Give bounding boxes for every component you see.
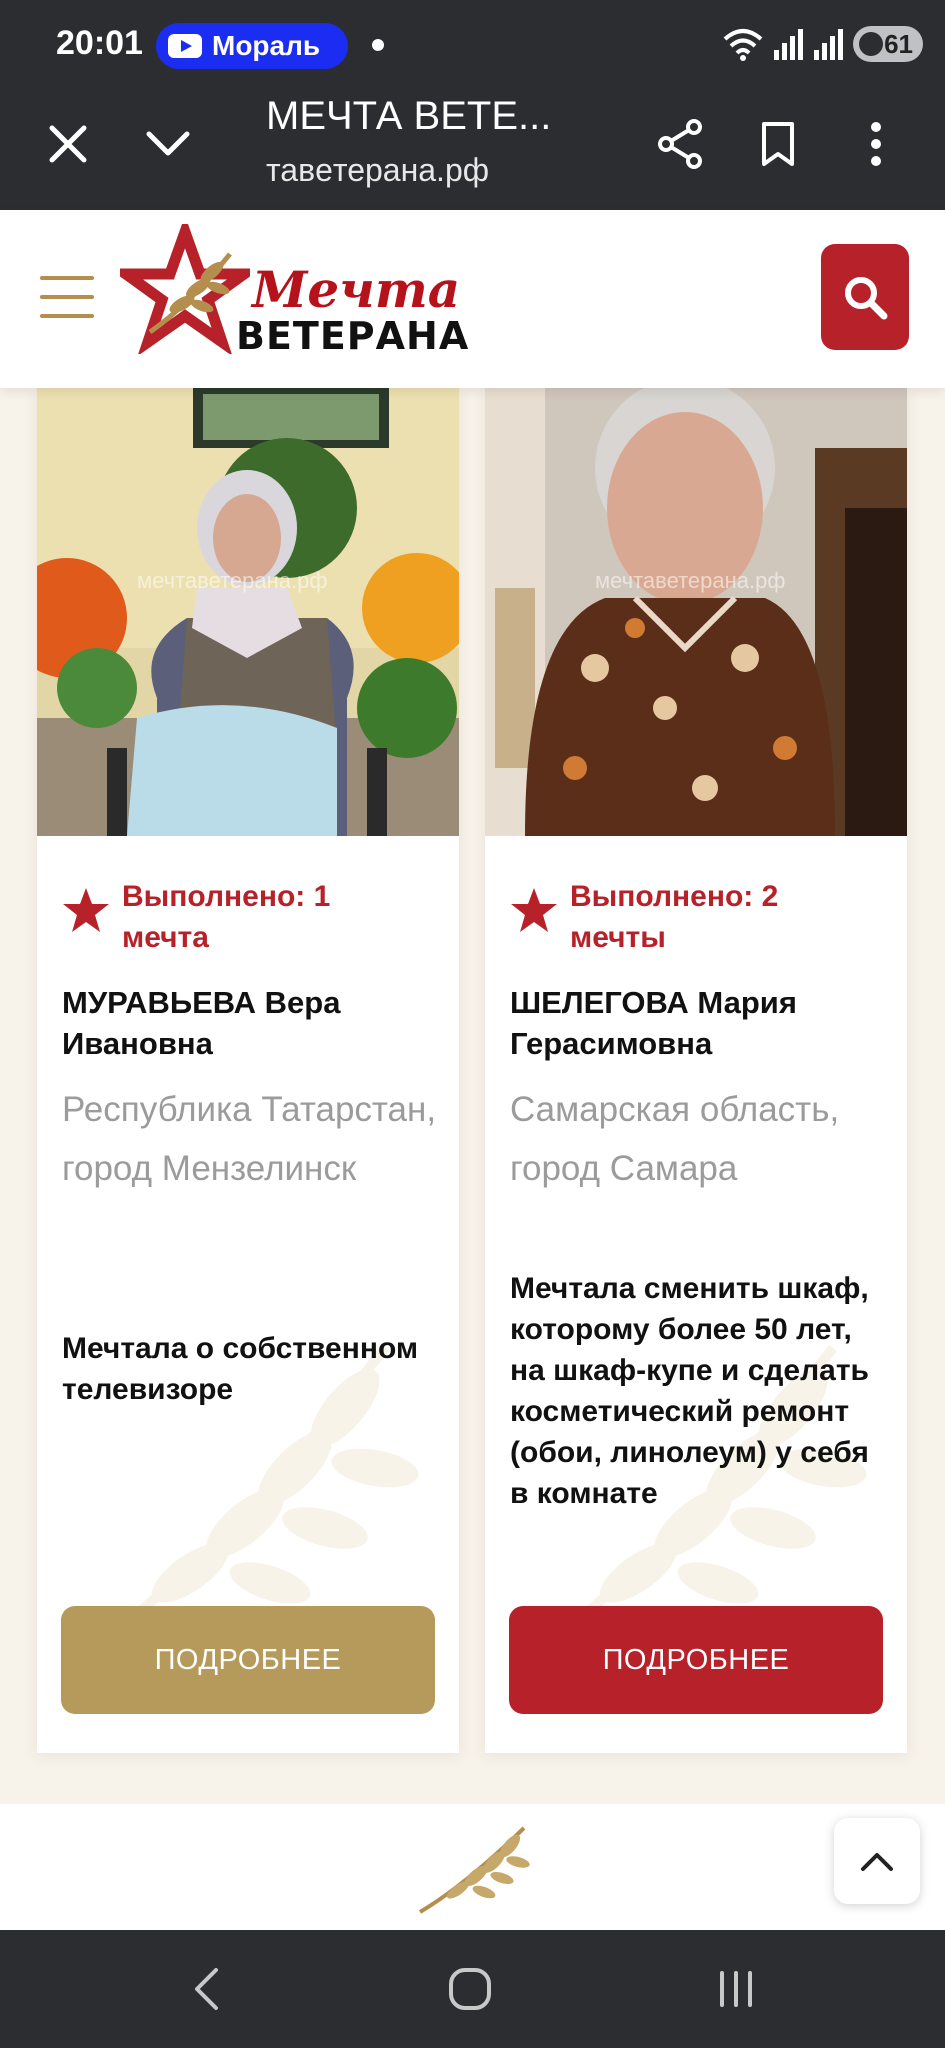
dream-status-text: Выполнено: 2 мечты	[570, 880, 779, 954]
veteran-photo[interactable]: мечтаветерана.рф	[37, 388, 459, 836]
star-icon	[511, 888, 557, 932]
share-button[interactable]	[648, 112, 712, 176]
close-button[interactable]	[36, 112, 100, 176]
close-icon	[49, 125, 87, 163]
photo-watermark: мечтаветерана.рф	[137, 568, 328, 593]
share-icon	[658, 119, 702, 169]
dream-description: Мечтала сменить шкаф, которому более 50 …	[510, 1272, 869, 1510]
search-button[interactable]	[821, 244, 909, 350]
wifi-icon	[723, 29, 763, 61]
dream-status-text: Выполнено: 1 мечта	[122, 880, 331, 954]
chevron-up-icon	[861, 1853, 893, 1871]
menu-button[interactable]	[40, 276, 94, 320]
veterans-list: мечтаветерана.рф Выполнено: 1 мечта МУРА…	[0, 388, 945, 1804]
dream-status: Выполнено: 1 мечта	[62, 876, 362, 958]
veteran-region: Самарская область, город Самара	[510, 1090, 840, 1188]
notification-dot	[372, 39, 384, 51]
laurel-icon	[418, 1826, 530, 1914]
veteran-photo[interactable]: мечтаветерана.рф	[485, 388, 907, 836]
home-button[interactable]	[430, 1954, 510, 2024]
veteran-card: мечтаветерана.рф Выполнено: 2 мечты ШЕЛЕ…	[485, 388, 907, 1753]
media-notification-pill[interactable]: Мораль	[156, 23, 348, 69]
recents-button[interactable]	[696, 1954, 776, 2024]
site-logo[interactable]: Мечта ВЕТЕРАНА	[120, 224, 468, 358]
veteran-name: МУРАВЬЕВА Вера Ивановна	[62, 985, 341, 1061]
photo-illustration	[37, 388, 459, 836]
scroll-to-top-button[interactable]	[834, 1818, 920, 1904]
logo-script-text: Мечта	[252, 260, 461, 319]
page-title: МЕЧТА ВЕТЕ...	[266, 94, 552, 138]
red-star-laurel-icon	[120, 224, 250, 354]
details-button[interactable]: ПОДРОБНЕЕ	[509, 1606, 883, 1714]
collapse-button[interactable]	[136, 112, 200, 176]
footer-strip	[0, 1804, 945, 1930]
dream-status: Выполнено: 2 мечты	[510, 876, 810, 958]
youtube-icon	[168, 34, 202, 58]
photo-watermark: мечтаветерана.рф	[595, 568, 786, 593]
status-bar: 20:01 Мораль 61	[0, 0, 945, 86]
veteran-region: Республика Татарстан, город Мензелинск	[62, 1090, 437, 1188]
logo-main-text: ВЕТЕРАНА	[236, 314, 470, 358]
recents-icon	[720, 1971, 752, 2007]
status-icons: 61	[723, 26, 923, 62]
signal-icon	[814, 29, 843, 60]
notification-pill-text: Мораль	[212, 30, 321, 61]
battery-icon: 61	[853, 26, 923, 62]
veteran-name: ШЕЛЕГОВА Мария Герасимовна	[510, 985, 797, 1061]
back-button[interactable]	[166, 1954, 246, 2024]
more-button[interactable]	[844, 112, 908, 176]
details-button[interactable]: ПОДРОБНЕЕ	[61, 1606, 435, 1714]
chevron-down-icon	[146, 131, 190, 156]
star-icon	[63, 888, 109, 932]
signal-icon	[774, 29, 803, 60]
dream-description: Мечтала о собственном телевизоре	[62, 1332, 419, 1406]
search-icon	[845, 277, 888, 320]
more-vert-icon	[871, 122, 881, 166]
site-header: Мечта ВЕТЕРАНА	[0, 210, 945, 388]
status-time: 20:01	[56, 24, 143, 62]
bookmark-icon	[762, 122, 794, 166]
bookmark-button[interactable]	[746, 112, 810, 176]
browser-toolbar: МЕЧТА ВЕТЕ... тавeтерана.рф	[0, 86, 945, 210]
photo-illustration	[485, 388, 907, 836]
page-url[interactable]: тавeтерана.рф	[266, 152, 546, 189]
home-icon	[449, 1968, 491, 2010]
system-navigation-bar	[0, 1930, 945, 2048]
veteran-card: мечтаветерана.рф Выполнено: 1 мечта МУРА…	[37, 388, 459, 1753]
back-icon	[195, 1968, 218, 2010]
